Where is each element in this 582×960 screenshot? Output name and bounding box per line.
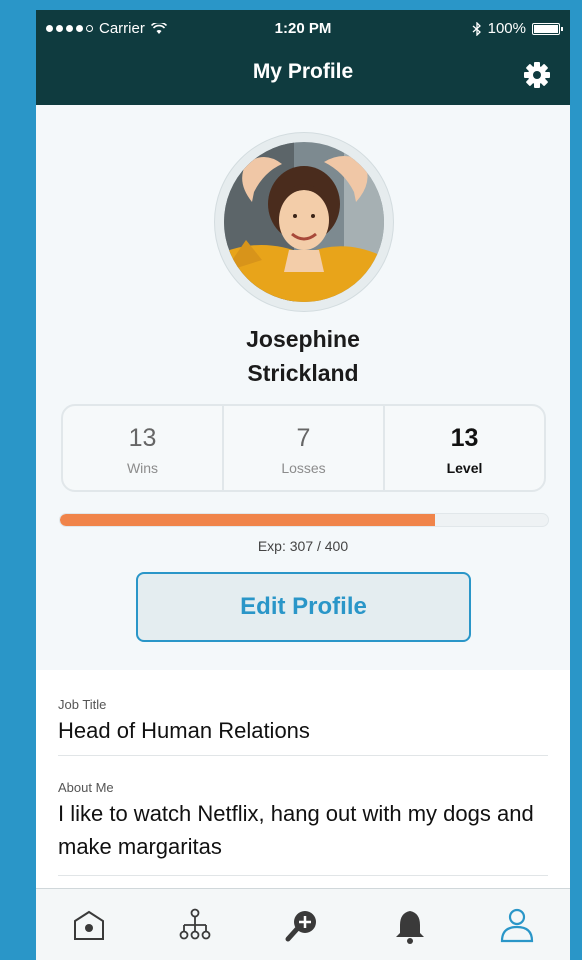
stat-label: Wins: [126, 460, 159, 476]
tab-notifications[interactable]: [390, 907, 430, 945]
home-icon[interactable]: [69, 907, 109, 945]
status-right: 100%: [472, 20, 563, 37]
first-name: Josephine: [246, 326, 360, 352]
tab-bar: [36, 888, 570, 960]
exp-progress-fill: [60, 514, 435, 526]
stat-losses: 7 Losses: [222, 406, 383, 490]
tab-search[interactable]: [282, 907, 322, 945]
exp-progress-bar: [59, 513, 549, 527]
stat-value: 13: [450, 424, 479, 452]
tab-organization[interactable]: [175, 907, 215, 945]
user-icon[interactable]: [497, 907, 537, 945]
search-add-icon[interactable]: [282, 907, 322, 945]
title-bar: My Profile: [36, 52, 570, 92]
profile-name: Josephine Strickland: [36, 322, 570, 390]
field-value: Head of Human Relations: [58, 718, 310, 743]
tab-home[interactable]: [69, 907, 109, 945]
last-name: Strickland: [247, 360, 359, 386]
org-chart-icon[interactable]: [175, 907, 215, 945]
phone-screen: Carrier 1:20 PM 100% My Profile Josephin…: [36, 10, 570, 960]
bluetooth-icon: [472, 21, 481, 36]
status-bar: Carrier 1:20 PM 100%: [36, 10, 570, 46]
gear-icon[interactable]: [522, 60, 552, 90]
avatar: [224, 142, 384, 302]
exp-label: Exp: 307 / 400: [257, 538, 349, 554]
field-value: I like to watch Netflix, hang out with m…: [58, 801, 534, 859]
job-title-field: Job Title Head of Human Relations: [58, 697, 548, 756]
field-label: Job Title: [58, 697, 107, 712]
about-me-field: About Me I like to watch Netflix, hang o…: [58, 780, 548, 876]
profile-details: Job Title Head of Human Relations About …: [36, 670, 570, 900]
battery-percent: 100%: [487, 20, 526, 37]
stat-label: Losses: [281, 460, 326, 476]
bell-icon[interactable]: [390, 907, 430, 945]
tab-profile[interactable]: [497, 907, 537, 945]
stat-value: 7: [296, 424, 311, 452]
stats-panel: 13 Wins 7 Losses 13 Level: [61, 404, 546, 492]
avatar-frame: [214, 132, 394, 312]
stat-level: 13 Level: [383, 406, 544, 490]
stat-wins: 13 Wins: [63, 406, 222, 490]
battery-icon: [532, 22, 563, 35]
edit-profile-button[interactable]: Edit Profile: [136, 572, 471, 642]
stat-label: Level: [446, 460, 483, 476]
stat-value: 13: [128, 424, 157, 452]
header: Carrier 1:20 PM 100% My Profile: [36, 10, 570, 105]
page-title: My Profile: [252, 60, 354, 83]
field-label: About Me: [58, 780, 114, 795]
